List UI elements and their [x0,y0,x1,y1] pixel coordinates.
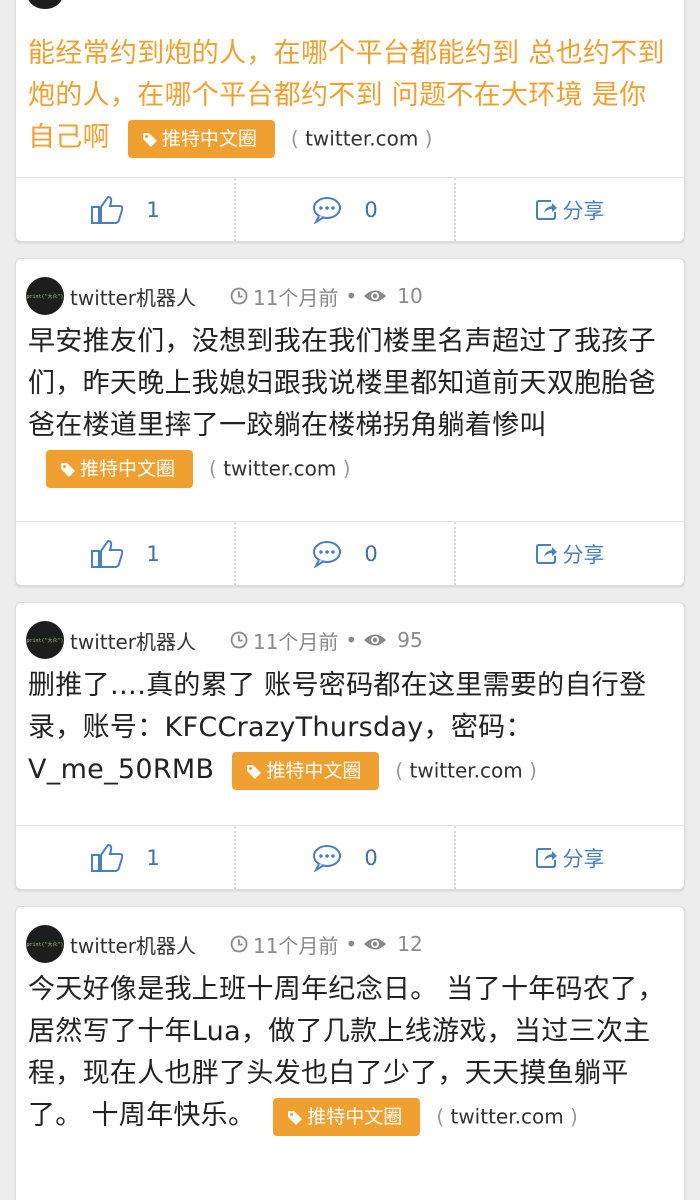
source-link[interactable]: ( twitter.com ) [395,759,537,783]
clock-icon [230,631,248,649]
tag-icon [288,1110,303,1125]
clock-icon [230,935,248,953]
share-button[interactable]: 分享 [456,178,684,241]
avatar[interactable]: print("大众") [26,621,64,659]
comment-count: 0 [364,845,378,870]
eye-icon [364,938,387,950]
like-button[interactable]: 1 [16,522,236,585]
share-button[interactable]: 分享 [456,522,684,585]
post-card: 能经常约到炮的人，在哪个平台都能约到 总也约不到炮的人，在哪个平台都约不到 问题… [15,0,685,242]
separator: • [345,284,358,308]
avatar[interactable]: print("大众") [26,277,64,315]
post-meta: 11个月前 • 95 [230,626,423,655]
tag-badge[interactable]: 推特中文圈 [46,449,194,488]
post-text[interactable]: 能经常约到炮的人，在哪个平台都能约到 总也约不到炮的人，在哪个平台都约不到 问题… [16,0,684,160]
comment-icon [313,540,342,568]
tag-icon [61,462,75,477]
like-button[interactable]: 1 [16,826,236,889]
comment-icon [313,844,342,872]
like-count: 1 [146,197,160,222]
tag-label: 推特中文圈 [161,127,257,150]
post-card: print("大众") twitter机器人 11个月前 • 10 早安推友们，… [15,258,685,586]
comment-button[interactable]: 0 [236,826,456,889]
comment-count: 0 [364,197,378,222]
share-icon [535,543,557,564]
clock-icon [230,287,248,305]
post-time: 11个月前 [252,933,339,958]
author-name[interactable]: twitter机器人 [70,930,196,959]
post-time: 11个月前 [252,285,339,310]
like-count: 1 [146,845,160,870]
separator: • [345,932,358,956]
view-count: 12 [397,932,423,956]
share-icon [535,847,557,868]
post-time: 11个月前 [252,629,339,654]
post-text[interactable]: 早安推友们，没想到我在我们楼里名声超过了我孩子们，昨天晚上我媳妇跟我说楼里都知道… [16,321,684,490]
share-label: 分享 [562,542,605,567]
like-count: 1 [146,541,160,566]
author-name[interactable]: twitter机器人 [70,626,196,655]
eye-icon [364,634,387,646]
post-meta: 11个月前 • 12 [230,930,423,959]
tag-badge[interactable]: 推特中文圈 [232,751,380,790]
share-label: 分享 [562,198,605,223]
comment-icon [313,196,342,224]
post-text[interactable]: 删推了….真的累了 账号密码都在这里需要的自行登录，账号：KFCCrazyThu… [16,665,684,792]
source-link[interactable]: ( twitter.com ) [291,127,433,151]
tag-icon [142,132,157,147]
like-button[interactable]: 1 [16,178,236,241]
avatar-text: print("大众") [26,293,64,300]
action-bar: 1 0 分享 [16,521,684,585]
thumbs-up-icon [91,843,124,872]
comment-count: 0 [364,541,378,566]
share-label: 分享 [562,846,605,871]
source-link[interactable]: ( twitter.com ) [436,1105,578,1129]
avatar-text: print("大众") [26,637,64,644]
source-label: twitter.com [305,126,419,151]
comment-button[interactable]: 0 [236,178,456,241]
avatar[interactable]: print("大众") [26,925,64,963]
thumbs-up-icon [91,539,124,568]
action-bar: 1 0 分享 [16,825,684,889]
source-link[interactable]: ( twitter.com ) [209,457,351,481]
post-text[interactable]: 今天好像是我上班十周年纪念日。 当了十年码农了，居然写了十年Lua，做了几款上线… [16,969,684,1138]
source-label: twitter.com [223,456,337,481]
share-button[interactable]: 分享 [456,826,684,889]
share-icon [535,199,557,220]
post-body: 早安推友们，没想到我在我们楼里名声超过了我孩子们，昨天晚上我媳妇跟我说楼里都知道… [28,326,656,441]
comment-button[interactable]: 0 [236,522,456,585]
separator: • [345,628,358,652]
source-label: twitter.com [409,758,523,783]
tag-label: 推特中文圈 [80,457,176,480]
post-card: print("大众") twitter机器人 11个月前 • 95 删推了….真… [15,602,685,890]
avatar-text: print("大众") [26,941,64,948]
view-count: 95 [397,628,423,652]
action-bar: 1 0 分享 [16,177,684,241]
post-meta: 11个月前 • 10 [230,282,423,311]
thumbs-up-icon [91,195,124,224]
view-count: 10 [397,284,423,308]
source-label: twitter.com [450,1104,564,1129]
tag-label: 推特中文圈 [307,1105,403,1128]
tag-badge[interactable]: 推特中文圈 [127,119,275,158]
eye-icon [364,290,387,302]
tag-icon [247,764,262,779]
author-name[interactable]: twitter机器人 [70,282,196,311]
tag-badge[interactable]: 推特中文圈 [273,1097,421,1136]
tag-label: 推特中文圈 [266,759,362,782]
post-card: print("大众") twitter机器人 11个月前 • 12 今天好像是我… [15,906,685,1200]
